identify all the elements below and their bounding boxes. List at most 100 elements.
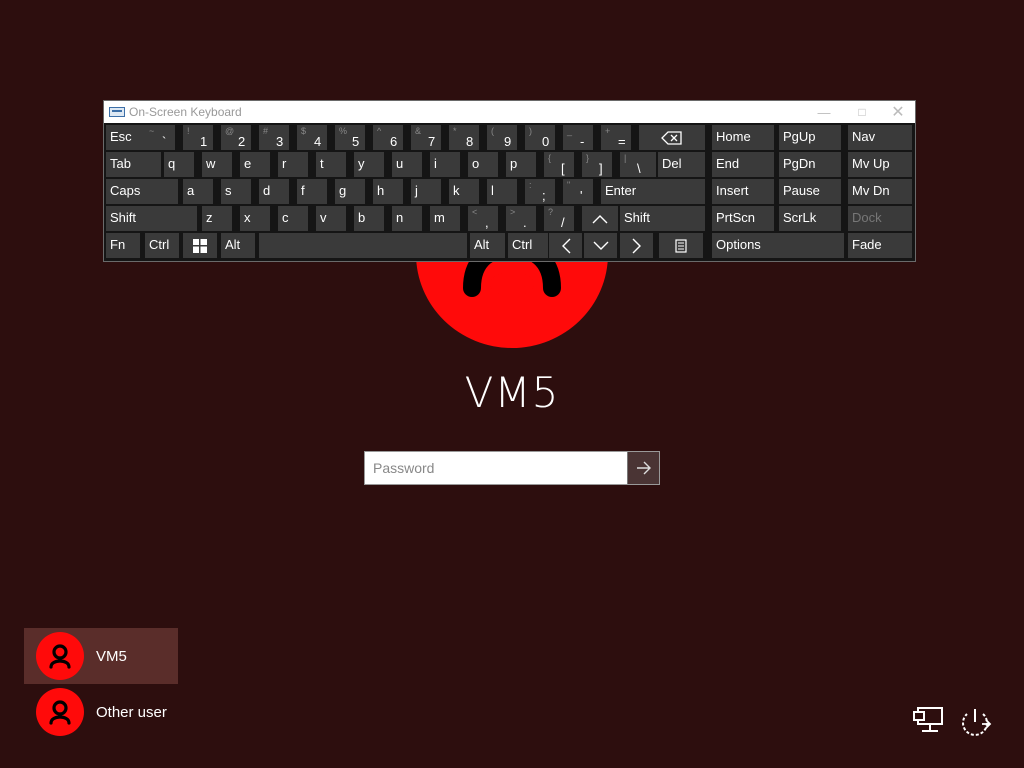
key-y[interactable]: y (354, 152, 384, 177)
key-label: PrtScn (716, 210, 756, 225)
key-mv-dn[interactable]: Mv Dn (848, 179, 912, 204)
key-scrlk[interactable]: ScrLk (779, 206, 841, 231)
key-label: ScrLk (783, 210, 817, 225)
key-backslash[interactable]: | \ (620, 152, 656, 177)
key-nav[interactable]: Nav (848, 125, 912, 150)
key-dock[interactable]: Dock (848, 206, 912, 231)
key-arrow-left[interactable] (549, 233, 582, 258)
key-r[interactable]: r (278, 152, 308, 177)
key-shift[interactable]: Shift (106, 206, 197, 231)
user-list-item-vm5[interactable]: VM5 (24, 628, 178, 684)
key-8[interactable]: * 8 (449, 125, 479, 150)
key-alt[interactable]: Alt (470, 233, 505, 258)
key-a[interactable]: a (183, 179, 213, 204)
key-9[interactable]: (9 (487, 125, 517, 150)
key-options[interactable]: Options (712, 233, 844, 258)
power-button[interactable] (958, 706, 992, 743)
key-semicolon[interactable]: :; (525, 179, 555, 204)
key-end[interactable]: End (712, 152, 774, 177)
key-equals[interactable]: + = (601, 125, 631, 150)
key-u[interactable]: u (392, 152, 422, 177)
key-esc[interactable]: Esc (106, 125, 148, 150)
network-button[interactable] (912, 706, 944, 741)
key-context-menu[interactable] (659, 233, 703, 258)
key-pause[interactable]: Pause (779, 179, 841, 204)
key-f[interactable]: f (297, 179, 327, 204)
key-1[interactable]: ! 1 (183, 125, 213, 150)
key-space[interactable] (259, 233, 467, 258)
key-minus[interactable]: _ - (563, 125, 593, 150)
key-home[interactable]: Home (712, 125, 774, 150)
key-prtscn[interactable]: PrtScn (712, 206, 774, 231)
key-insert[interactable]: Insert (712, 179, 774, 204)
key-ctrl[interactable]: Ctrl (145, 233, 179, 258)
key-slash[interactable]: ? / (544, 206, 574, 231)
key-rbracket[interactable]: }] (582, 152, 612, 177)
key-ctrl[interactable]: Ctrl (508, 233, 548, 258)
key-p[interactable]: p (506, 152, 536, 177)
key-pgup[interactable]: PgUp (779, 125, 841, 150)
key-comma[interactable]: <, (468, 206, 498, 231)
password-input[interactable] (365, 452, 627, 484)
key-s[interactable]: s (221, 179, 251, 204)
key-label: Shift (624, 210, 651, 225)
key-arrow-down[interactable] (584, 233, 617, 258)
key-fade[interactable]: Fade (848, 233, 912, 258)
key-m[interactable]: m (430, 206, 460, 231)
key-label: o (472, 156, 480, 171)
key-del[interactable]: Del (658, 152, 705, 177)
key-caps[interactable]: Caps (106, 179, 178, 204)
key-e[interactable]: e (240, 152, 270, 177)
key-shift-label: _ (567, 126, 573, 136)
close-icon: ✕ (891, 104, 905, 121)
key-v[interactable]: v (316, 206, 346, 231)
key-g[interactable]: g (335, 179, 365, 204)
key-q[interactable]: q (164, 152, 194, 177)
key-o[interactable]: o (468, 152, 498, 177)
key-backtick[interactable]: ~ ` (145, 125, 175, 150)
key-shift[interactable]: Shift (620, 206, 705, 231)
key-2[interactable]: @2 (221, 125, 251, 150)
key-period[interactable]: >. (506, 206, 536, 231)
key-pgdn[interactable]: PgDn (779, 152, 841, 177)
key-t[interactable]: t (316, 152, 346, 177)
key-z[interactable]: z (202, 206, 232, 231)
key-c[interactable]: c (278, 206, 308, 231)
key-l[interactable]: l (487, 179, 517, 204)
key-arrow-right[interactable] (620, 233, 653, 258)
key-i[interactable]: i (430, 152, 460, 177)
key-tab[interactable]: Tab (106, 152, 161, 177)
key-d[interactable]: d (259, 179, 289, 204)
osk-title-bar[interactable]: On-Screen Keyboard — □ ✕ (104, 101, 915, 123)
key-label: Alt (225, 237, 241, 252)
key-6[interactable]: ^ 6 (373, 125, 403, 150)
key-w[interactable]: w (202, 152, 232, 177)
key-h[interactable]: h (373, 179, 403, 204)
close-button[interactable]: ✕ (886, 101, 910, 123)
key-windows[interactable] (183, 233, 217, 258)
key-enter[interactable]: Enter (601, 179, 705, 204)
key-label: Alt (474, 237, 490, 252)
minimize-button[interactable]: — (812, 101, 836, 123)
key-label: \ (637, 161, 641, 176)
key-3[interactable]: #3 (259, 125, 289, 150)
key-fn[interactable]: Fn (106, 233, 140, 258)
key-4[interactable]: $4 (297, 125, 327, 150)
key-x[interactable]: x (240, 206, 270, 231)
key-arrow-up[interactable] (582, 206, 618, 231)
key-quote[interactable]: " ' (563, 179, 593, 204)
key-5[interactable]: % 5 (335, 125, 365, 150)
key-backspace[interactable] (639, 125, 705, 150)
key-lbracket[interactable]: {[ (544, 152, 574, 177)
submit-button[interactable] (627, 452, 659, 484)
key-b[interactable]: b (354, 206, 384, 231)
key-alt[interactable]: Alt (221, 233, 255, 258)
user-list-item-other-user[interactable]: Other user (24, 684, 178, 740)
key-7[interactable]: & 7 (411, 125, 441, 150)
maximize-button[interactable]: □ (850, 101, 874, 123)
key-mv-up[interactable]: Mv Up (848, 152, 912, 177)
key-k[interactable]: k (449, 179, 479, 204)
key-j[interactable]: j (411, 179, 441, 204)
key-n[interactable]: n (392, 206, 422, 231)
key-0[interactable]: ) 0 (525, 125, 555, 150)
